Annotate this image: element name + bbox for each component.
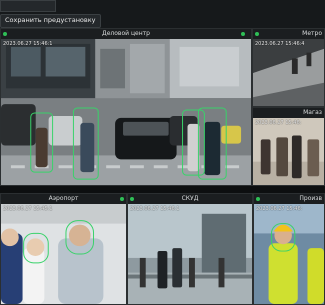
camera-feed xyxy=(128,204,252,304)
camera-timestamp: 2023.06.27 15:45:1 xyxy=(3,206,53,212)
camera-feed xyxy=(253,118,324,185)
camera-title-bar: Магаз xyxy=(253,108,324,118)
camera-feed xyxy=(254,204,324,304)
camera-timestamp: 2023.06.27 15:46:1 xyxy=(3,41,53,47)
camera-title: Произв xyxy=(299,195,322,202)
camera-title-bar: Аэропорт xyxy=(1,194,126,204)
camera-timestamp: 2023.06.27 15:46:4 xyxy=(255,41,305,47)
live-status-icon xyxy=(241,32,245,36)
camera-timestamp: 2023.06.27 15:46: xyxy=(255,120,302,126)
camera-tile-shop[interactable]: Магаз 2023.06.27 15:46: xyxy=(252,107,325,186)
camera-feed xyxy=(1,204,126,304)
camera-timestamp: 2023.06.27 15:46: xyxy=(256,206,303,212)
camera-title: Деловой центр xyxy=(102,30,150,37)
camera-tile-metro[interactable]: Метро 2023.06.27 15:46:4 xyxy=(252,28,325,107)
camera-title-bar: СКУД xyxy=(128,194,252,204)
camera-tile-access-control[interactable]: СКУД 2023.06.27 15:46:1 xyxy=(127,193,253,305)
camera-title: Аэропорт xyxy=(48,195,79,202)
camera-tile-production[interactable]: Произв 2023.06.27 15:46: xyxy=(253,193,325,305)
camera-feed xyxy=(1,39,251,185)
camera-title-bar: Деловой центр xyxy=(1,29,251,39)
live-status-icon xyxy=(255,32,259,36)
live-status-icon xyxy=(256,197,260,201)
camera-title-bar: Метро xyxy=(253,29,324,39)
camera-timestamp: 2023.06.27 15:46:1 xyxy=(130,206,180,212)
layout-dropdown[interactable] xyxy=(0,0,56,12)
camera-title: СКУД xyxy=(181,195,199,202)
camera-title: Метро xyxy=(302,30,322,37)
save-preset-button[interactable]: Сохранить предустановку xyxy=(0,14,101,28)
toolbar: Сохранить предустановку xyxy=(0,0,325,28)
camera-title: Магаз xyxy=(303,109,322,116)
camera-tile-business-center[interactable]: Деловой центр 2023.06.27 15:46:1 xyxy=(0,28,252,186)
camera-title-bar: Произв xyxy=(254,194,324,204)
camera-tile-airport[interactable]: Аэропорт 2023.06.27 15:45:1 xyxy=(0,193,127,305)
live-status-icon xyxy=(130,197,134,201)
live-status-icon xyxy=(3,32,7,36)
camera-feed xyxy=(253,39,324,106)
live-status-icon xyxy=(120,197,124,201)
